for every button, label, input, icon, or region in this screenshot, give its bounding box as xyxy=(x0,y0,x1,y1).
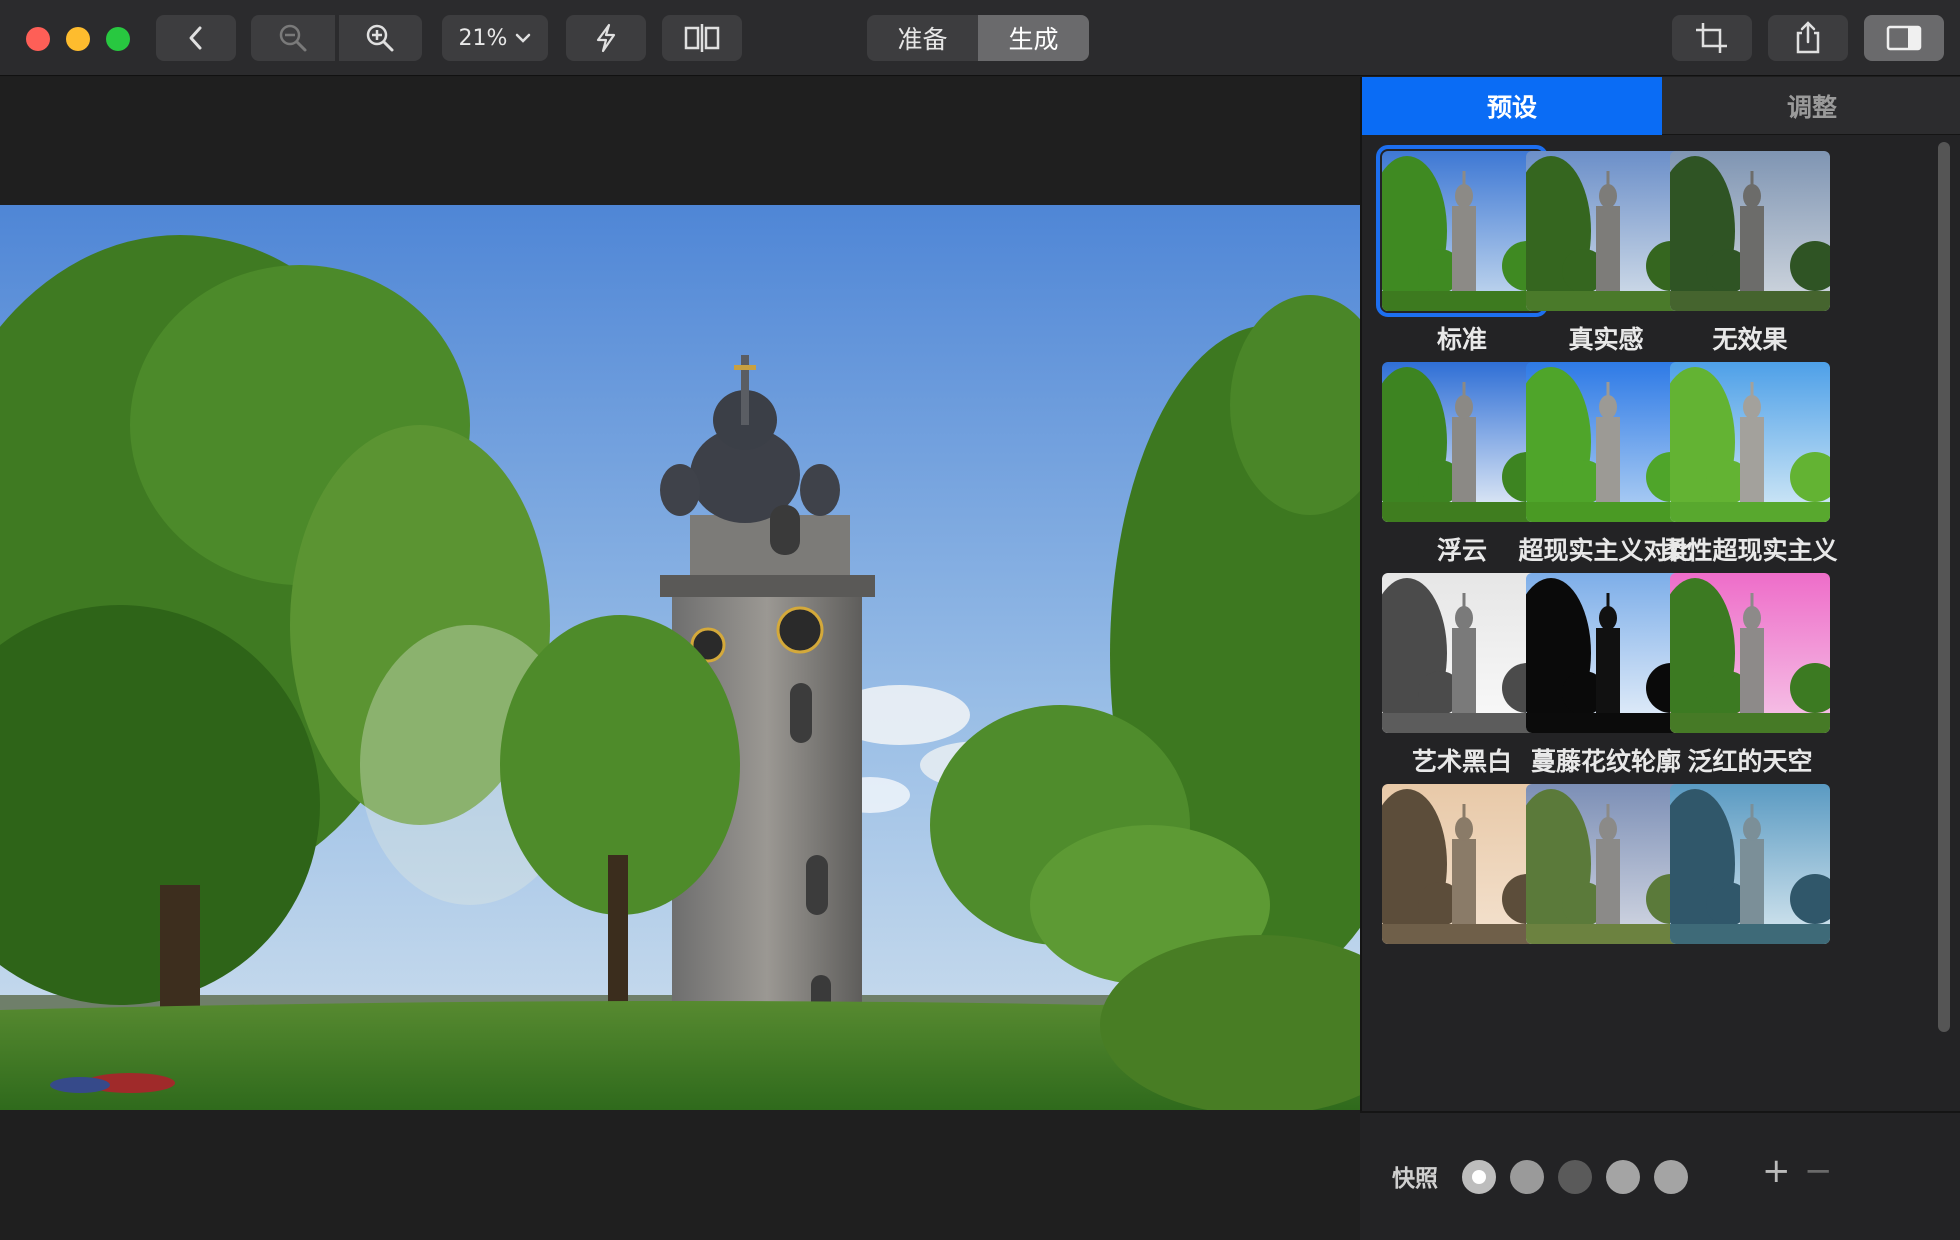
window-minimize-button[interactable] xyxy=(66,27,90,51)
preset-thumbnail xyxy=(1670,151,1830,311)
window-zoom-button[interactable] xyxy=(106,27,130,51)
preset-label: 无效果 xyxy=(1712,325,1788,354)
mode-generate-tab[interactable]: 生成 xyxy=(978,15,1089,61)
preset-thumbnail xyxy=(1382,573,1542,733)
preset-thumbnail xyxy=(1526,151,1686,311)
preset-thumbnail xyxy=(1526,573,1686,733)
window-close-button[interactable] xyxy=(26,27,50,51)
side-panel: 预设 调整 标准 真实感 无效果 浮云 超现实主义对比 柔性超现实主义 艺术黑白 蔓藤花纹轮廓… xyxy=(1360,77,1960,1240)
snapshot-label: 快照 xyxy=(1392,1166,1438,1192)
compare-button[interactable] xyxy=(662,15,742,61)
sidebar-icon xyxy=(1886,25,1922,51)
panel-tabs: 预设 调整 xyxy=(1362,77,1960,135)
preset-thumbnail xyxy=(1670,784,1830,944)
toolbar: 21% 准备 生成 xyxy=(0,0,1960,76)
preset-thumbnail xyxy=(1526,784,1686,944)
preset-thumbnail xyxy=(1382,784,1542,944)
preset-grid: 标准 真实感 无效果 浮云 超现实主义对比 柔性超现实主义 艺术黑白 蔓藤花纹轮廓 泛红的天空 xyxy=(1362,135,1938,1108)
crop-button[interactable] xyxy=(1672,15,1752,61)
snapshot-slot-3[interactable] xyxy=(1558,1160,1592,1194)
snapshot-slot-5[interactable] xyxy=(1654,1160,1688,1194)
mode-prepare-tab[interactable]: 准备 xyxy=(867,15,978,61)
tab-adjust[interactable]: 调整 xyxy=(1662,77,1960,135)
preset-label: 柔性超现实主义 xyxy=(1662,536,1838,565)
share-button[interactable] xyxy=(1768,15,1848,61)
share-icon xyxy=(1796,21,1820,54)
zoom-level-select[interactable]: 21% xyxy=(442,15,548,61)
zoom-level-value: 21% xyxy=(458,25,508,51)
chevron-down-icon xyxy=(516,33,531,43)
preset-thumbnail xyxy=(1526,362,1686,522)
preset-thumbnail xyxy=(1670,362,1830,522)
preset-label: 泛红的天空 xyxy=(1687,747,1813,776)
tab-presets[interactable]: 预设 xyxy=(1362,77,1662,135)
chevron-left-icon xyxy=(189,26,202,50)
snapshot-slot-1[interactable] xyxy=(1462,1160,1496,1194)
zoom-out-icon xyxy=(279,24,307,52)
image-canvas[interactable] xyxy=(0,77,1360,1240)
preset-thumbnail xyxy=(1376,145,1548,317)
add-snapshot-button[interactable]: + xyxy=(1762,1151,1791,1191)
auto-enhance-button[interactable] xyxy=(566,15,646,61)
mode-switch: 准备 生成 xyxy=(867,15,1089,61)
preset-scrollbar[interactable] xyxy=(1938,142,1950,1032)
snapshot-bar: 快照 + − xyxy=(1360,1111,1960,1240)
zoom-controls xyxy=(251,15,422,61)
remove-snapshot-button[interactable]: − xyxy=(1804,1151,1833,1191)
zoom-in-button[interactable] xyxy=(338,15,422,61)
preset-thumbnail xyxy=(1670,573,1830,733)
zoom-in-icon xyxy=(367,24,394,52)
snapshot-slot-4[interactable] xyxy=(1606,1160,1640,1194)
hdr-photo xyxy=(0,205,1360,1110)
split-view-icon xyxy=(684,24,720,52)
snapshot-slot-2[interactable] xyxy=(1510,1160,1544,1194)
back-button[interactable] xyxy=(156,15,236,61)
zoom-out-button[interactable] xyxy=(251,15,335,61)
preset-thumbnail xyxy=(1382,362,1542,522)
crop-icon xyxy=(1696,23,1727,53)
lightning-icon xyxy=(596,23,616,53)
sidebar-toggle-button[interactable] xyxy=(1864,15,1944,61)
